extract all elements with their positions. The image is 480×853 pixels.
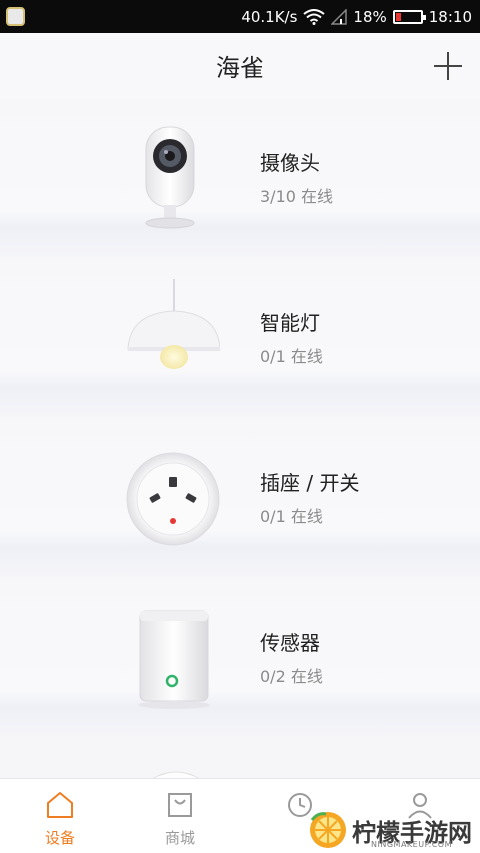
network-speed: 40.1K/s — [241, 7, 298, 26]
device-online-count: 0/1 在线 — [260, 507, 323, 526]
socket-icon — [126, 452, 220, 546]
device-online-count: 0/1 在线 — [260, 347, 323, 366]
app-header: 海雀 — [0, 33, 480, 99]
nav-label: 设备 — [44, 829, 75, 847]
signal-icon — [331, 8, 348, 25]
plus-icon — [434, 52, 462, 80]
battery-icon — [392, 9, 426, 24]
sensor-icon — [138, 610, 210, 709]
add-device-button[interactable] — [432, 50, 464, 82]
device-card-socket[interactable]: 插座 / 开关 0/1 在线 — [0, 419, 480, 579]
device-online-count: 3/10 在线 — [260, 187, 334, 206]
device-card-camera[interactable]: 摄像头 3/10 在线 — [0, 99, 480, 259]
nav-label: 商城 — [164, 829, 195, 847]
camera-icon — [145, 126, 195, 229]
device-name: 智能灯 — [260, 311, 320, 335]
device-card-partial — [0, 739, 480, 780]
device-online-count: 0/2 在线 — [260, 667, 323, 686]
status-bar: 40.1K/s 18% 18:10 — [0, 0, 480, 33]
home-icon — [47, 792, 73, 818]
lamp-icon — [127, 279, 220, 369]
watermark-subtext: NINGMAKEUP.COM — [371, 840, 452, 849]
device-card-lamp[interactable]: 智能灯 0/1 在线 — [0, 259, 480, 419]
status-indicators: 40.1K/s 18% 18:10 — [241, 0, 472, 33]
battery-percent: 18% — [353, 7, 387, 26]
device-name: 传感器 — [260, 631, 320, 655]
device-name: 摄像头 — [260, 151, 320, 175]
nav-item-store[interactable]: 商城 — [140, 791, 220, 848]
shopping-bag-icon — [168, 793, 192, 817]
device-name: 插座 / 开关 — [260, 471, 360, 495]
wifi-icon — [303, 8, 326, 25]
device-list: 摄像头 3/10 在线 智能灯 0/1 在线 插座 / 开关 0/1 在线 传感… — [0, 99, 480, 739]
lemon-logo-icon — [310, 812, 346, 848]
status-time: 18:10 — [428, 7, 472, 26]
notification-app-icon — [6, 7, 25, 26]
device-card-sensor[interactable]: 传感器 0/2 在线 — [0, 579, 480, 739]
page-title: 海雀 — [216, 54, 264, 82]
nav-item-devices[interactable]: 设备 — [20, 791, 100, 848]
